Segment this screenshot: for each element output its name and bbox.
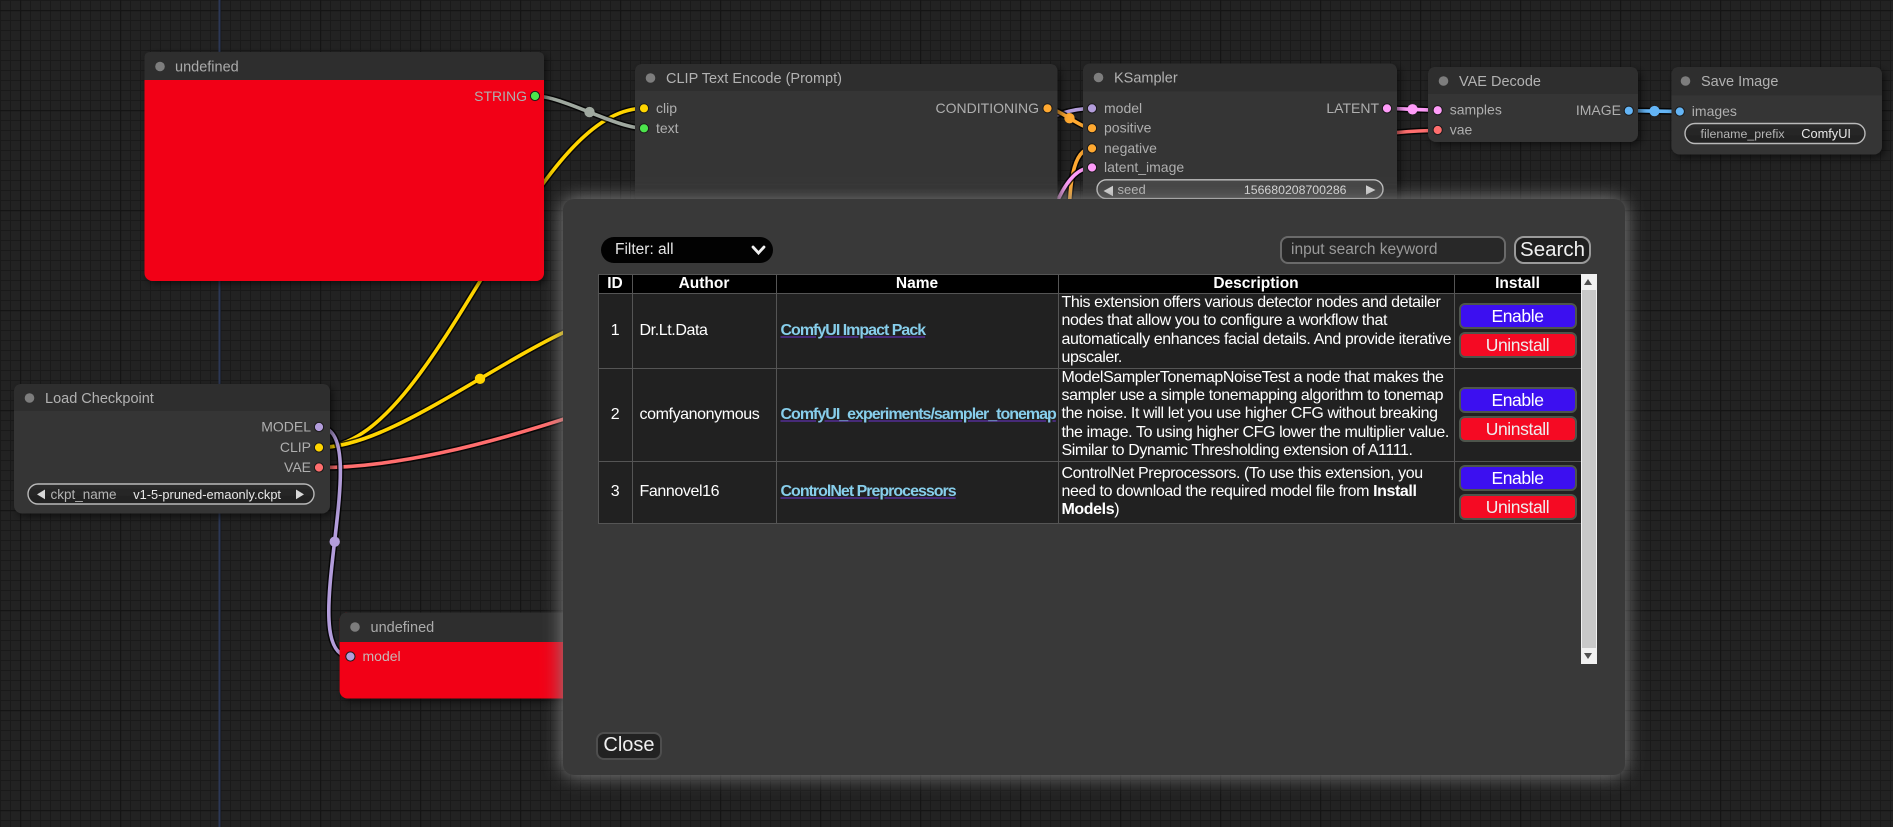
svg-text:STRING: STRING	[474, 88, 527, 104]
svg-text:ckpt_name: ckpt_name	[51, 487, 117, 502]
svg-text:MODEL: MODEL	[261, 419, 311, 435]
svg-text:ComfyUI: ComfyUI	[1801, 126, 1851, 141]
svg-text:156680208700286: 156680208700286	[1244, 183, 1347, 197]
svg-text:latent_image: latent_image	[1104, 159, 1184, 175]
svg-text:images: images	[1692, 103, 1737, 119]
svg-text:samples: samples	[1450, 102, 1502, 118]
svg-text:v1-5-pruned-emaonly.ckpt: v1-5-pruned-emaonly.ckpt	[133, 487, 281, 502]
svg-text:text: text	[656, 120, 679, 136]
svg-text:clip: clip	[656, 100, 677, 116]
svg-text:positive: positive	[1104, 120, 1152, 136]
svg-text:vae: vae	[1450, 122, 1473, 138]
svg-text:Load Checkpoint: Load Checkpoint	[45, 391, 154, 407]
svg-text:VAE Decode: VAE Decode	[1459, 74, 1541, 90]
svg-text:filename_prefix: filename_prefix	[1701, 127, 1786, 141]
svg-text:CONDITIONING: CONDITIONING	[936, 100, 1039, 116]
svg-text:undefined: undefined	[371, 620, 435, 636]
svg-text:model: model	[1104, 100, 1142, 116]
svg-text:CLIP: CLIP	[280, 439, 311, 455]
svg-text:KSampler: KSampler	[1114, 71, 1178, 87]
svg-text:model: model	[363, 648, 401, 664]
svg-text:CLIP Text Encode (Prompt): CLIP Text Encode (Prompt)	[666, 71, 842, 87]
svg-text:IMAGE: IMAGE	[1576, 102, 1621, 118]
svg-text:VAE: VAE	[284, 459, 311, 475]
svg-text:negative: negative	[1104, 140, 1157, 156]
svg-text:LATENT: LATENT	[1326, 100, 1379, 116]
svg-text:undefined: undefined	[175, 60, 239, 76]
svg-text:seed: seed	[1118, 182, 1146, 197]
svg-text:Save Image: Save Image	[1701, 74, 1778, 90]
